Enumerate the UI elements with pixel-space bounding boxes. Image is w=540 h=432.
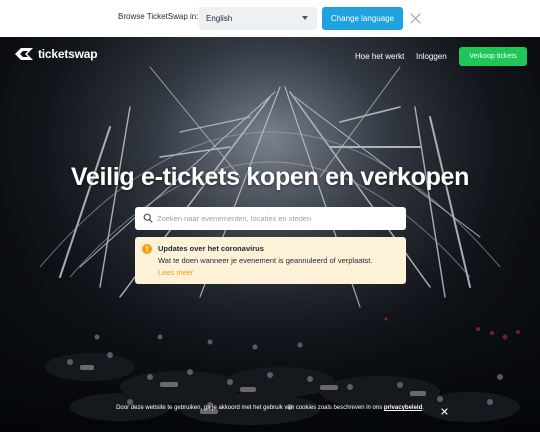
search-input[interactable] <box>157 207 402 230</box>
cookie-text: Door deze website te gebruiken, ga je ak… <box>116 405 384 411</box>
hero-overlay <box>0 37 540 432</box>
info-icon <box>142 244 152 254</box>
language-select-value: English <box>206 14 233 23</box>
nav-login[interactable]: Inloggen <box>416 52 447 61</box>
language-select[interactable]: English <box>199 7 317 30</box>
privacy-policy-link[interactable]: privacybeleid <box>384 405 422 411</box>
hero-headline: Veilig e-tickets kopen en verkopen <box>70 163 470 191</box>
read-more-link[interactable]: Lees meer <box>158 268 193 277</box>
notice-body: Wat te doen wanneer je evenement is gean… <box>158 256 373 265</box>
coronavirus-notice: Updates over het coronavirus Wat te doen… <box>135 237 406 284</box>
brand-logo[interactable]: ticketswap <box>14 47 98 61</box>
language-prompt: Browse TicketSwap in: <box>118 12 199 21</box>
notice-title: Updates over het coronavirus <box>158 244 264 253</box>
close-icon[interactable] <box>441 408 448 415</box>
search-icon <box>143 213 153 223</box>
logo-icon <box>15 48 33 60</box>
change-language-button[interactable]: Change language <box>322 7 403 30</box>
language-banner: Browse TicketSwap in: English Change lan… <box>0 0 540 37</box>
brand-name: ticketswap <box>38 47 98 61</box>
cookie-suffix: . <box>422 405 424 411</box>
close-icon[interactable] <box>410 13 421 24</box>
chevron-down-icon <box>302 16 308 20</box>
nav-how-it-works[interactable]: Hoe het werkt <box>355 52 404 61</box>
search-bar[interactable] <box>135 207 406 230</box>
hero-section <box>0 37 540 432</box>
sell-tickets-button[interactable]: Verkoop tickets <box>459 47 527 66</box>
cookie-bar: Door deze website te gebruiken, ga je ak… <box>0 405 540 411</box>
